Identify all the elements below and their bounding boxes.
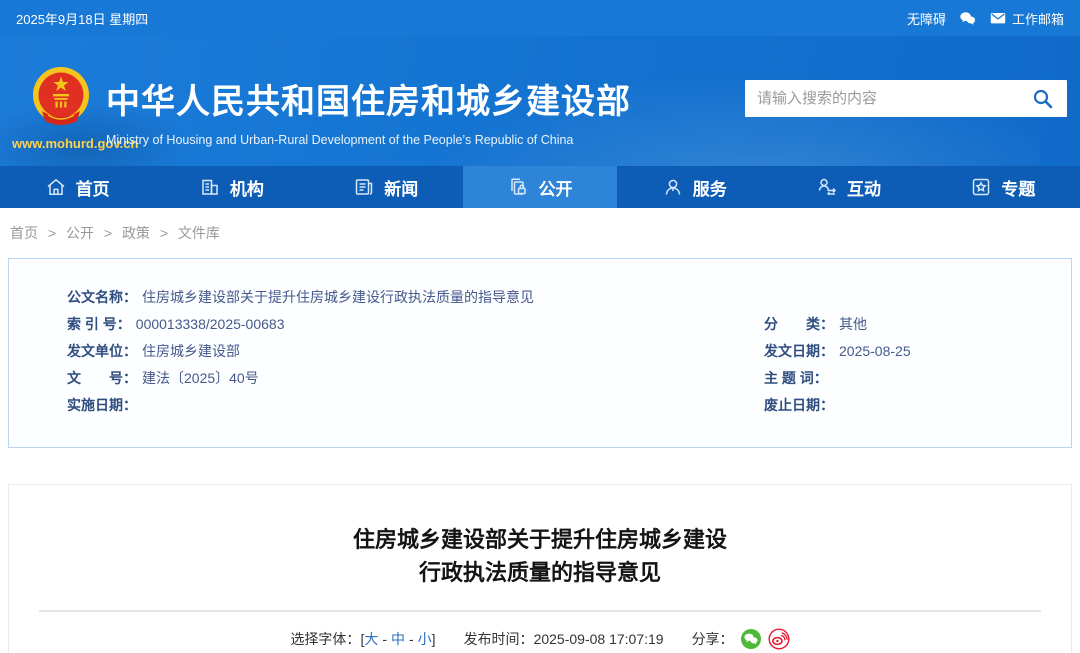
meta-label-effective-date: 实施日期： bbox=[67, 397, 137, 413]
nav-label: 首页 bbox=[75, 179, 110, 199]
meta-row-title: 公文名称： 住房城乡建设部关于提升住房城乡建设行政执法质量的指导意见 bbox=[67, 284, 1071, 311]
font-size-separator: - bbox=[382, 631, 387, 647]
star-box-icon bbox=[973, 178, 990, 196]
breadcrumb-home[interactable]: 首页 bbox=[10, 225, 38, 241]
meta-label-document-number: 文 号： bbox=[67, 370, 137, 386]
breadcrumb-document-library[interactable]: 文件库 bbox=[178, 225, 220, 241]
site-header: www.mohurd.gov.cn 中华人民共和国住房和城乡建设部 Minist… bbox=[0, 36, 1080, 166]
share-weibo-icon[interactable] bbox=[768, 628, 790, 650]
meta-value-document-title: 住房城乡建设部关于提升住房城乡建设行政执法质量的指导意见 bbox=[142, 289, 534, 305]
meta-value-document-number: 建法〔2025〕40号 bbox=[142, 370, 259, 386]
nav-label: 服务 bbox=[692, 179, 727, 199]
work-mailbox-link[interactable]: 工作邮箱 bbox=[989, 9, 1064, 28]
article-title-line2: 行政执法质量的指导意见 bbox=[418, 560, 661, 585]
meta-label-document-title: 公文名称： bbox=[67, 289, 137, 305]
meta-row-dates: 实施日期： 废止日期： bbox=[67, 392, 1071, 419]
meta-row-index: 索 引 号： 000013338/2025-00683 分 类： 其他 bbox=[67, 311, 1071, 338]
search-box bbox=[745, 80, 1067, 117]
breadcrumb-policy[interactable]: 政策 bbox=[122, 225, 150, 241]
nav-item-organization[interactable]: 机构 bbox=[154, 166, 308, 208]
envelope-icon bbox=[990, 13, 1006, 24]
font-select-label: 选择字体： bbox=[290, 631, 361, 647]
meta-row-doc-number: 文 号： 建法〔2025〕40号 主 题 词： bbox=[67, 365, 1071, 392]
site-title-chinese: 中华人民共和国住房和城乡建设部 bbox=[106, 83, 631, 121]
article-title-line1: 住房城乡建设部关于提升住房城乡建设 bbox=[352, 527, 727, 552]
nav-item-news[interactable]: 新闻 bbox=[309, 166, 463, 208]
nav-label: 专题 bbox=[1001, 179, 1036, 199]
meta-row-issuer: 发文单位： 住房城乡建设部 发文日期： 2025-08-25 bbox=[67, 338, 1071, 365]
top-utility-bar: 2025年9月18日 星期四 无障碍 工作邮箱 bbox=[0, 0, 1080, 36]
nav-item-home[interactable]: 首页 bbox=[0, 166, 154, 208]
search-icon[interactable] bbox=[1031, 87, 1055, 111]
share-wechat-icon[interactable] bbox=[740, 628, 762, 650]
article-panel: 住房城乡建设部关于提升住房城乡建设 行政执法质量的指导意见 选择字体：[大 - 中 -… bbox=[8, 484, 1072, 653]
building-icon bbox=[202, 179, 218, 195]
meta-value-issue-date: 2025-08-25 bbox=[839, 343, 911, 359]
meta-label-category: 分 类： bbox=[764, 316, 834, 332]
nav-label: 互动 bbox=[847, 179, 882, 199]
font-size-separator: - bbox=[409, 631, 414, 647]
breadcrumb-separator: > bbox=[47, 225, 57, 241]
meta-label-issuing-unit: 发文单位： bbox=[67, 343, 137, 359]
meta-label-issue-date: 发文日期： bbox=[764, 343, 834, 359]
news-icon bbox=[355, 179, 373, 195]
national-emblem-logo bbox=[33, 67, 89, 125]
bracket-close: ] bbox=[431, 631, 436, 647]
breadcrumb-disclosure[interactable]: 公开 bbox=[66, 225, 94, 241]
nav-item-topics[interactable]: 专题 bbox=[926, 166, 1080, 208]
accessibility-label: 无障碍 bbox=[906, 11, 946, 27]
mailbox-label: 工作邮箱 bbox=[1011, 11, 1064, 27]
publish-time-label: 发布时间： bbox=[463, 631, 534, 647]
nav-item-services[interactable]: 服务 bbox=[617, 166, 771, 208]
publish-time-value: 2025-09-08 17:07:19 bbox=[533, 631, 664, 647]
breadcrumb-separator: > bbox=[159, 225, 169, 241]
topbar-links: 无障碍 工作邮箱 bbox=[907, 9, 1064, 28]
share-label: 分享： bbox=[691, 631, 734, 647]
meta-label-subject-words: 主 题 词： bbox=[764, 370, 828, 386]
meta-value-index-number: 000013338/2025-00683 bbox=[135, 316, 285, 332]
meta-value-issuing-unit: 住房城乡建设部 bbox=[142, 343, 240, 359]
breadcrumb-separator: > bbox=[103, 225, 113, 241]
article-info-row: 选择字体：[大 - 中 - 小] 发布时间：2025-09-08 17:07:19 分享… bbox=[9, 628, 1071, 650]
nav-label: 新闻 bbox=[384, 179, 419, 199]
font-size-small-button[interactable]: 小 bbox=[418, 631, 432, 647]
nav-item-interaction[interactable]: 互动 bbox=[771, 166, 925, 208]
breadcrumb: 首页 > 公开 > 政策 > 文件库 bbox=[0, 208, 1080, 258]
home-icon bbox=[47, 178, 65, 195]
article-title: 住房城乡建设部关于提升住房城乡建设 行政执法质量的指导意见 bbox=[9, 523, 1071, 589]
accessibility-link[interactable]: 无障碍 bbox=[907, 9, 946, 28]
person-arrows-icon bbox=[818, 178, 837, 195]
person-icon bbox=[665, 179, 681, 195]
publish-time: 发布时间：2025-09-08 17:07:19 bbox=[464, 629, 664, 649]
main-nav: 首页 机构 新闻 公开 服务 互动 专题 bbox=[0, 166, 1080, 208]
font-size-medium-button[interactable]: 中 bbox=[391, 631, 405, 647]
font-size-large-button[interactable]: 大 bbox=[364, 631, 378, 647]
current-date: 2025年9月18日 星期四 bbox=[16, 11, 149, 27]
font-size-selector: 选择字体：[大 - 中 - 小] bbox=[290, 629, 435, 649]
wechat-icon[interactable] bbox=[958, 9, 977, 28]
meta-label-repeal-date: 废止日期： bbox=[764, 397, 834, 413]
nav-item-disclosure[interactable]: 公开 bbox=[462, 166, 618, 208]
nav-label: 机构 bbox=[229, 179, 264, 199]
document-lock-icon bbox=[511, 178, 527, 195]
search-input[interactable] bbox=[757, 90, 1031, 107]
title-divider bbox=[39, 610, 1041, 612]
share-icons bbox=[740, 628, 790, 650]
site-title-english: Ministry of Housing and Urban-Rural Deve… bbox=[106, 133, 574, 147]
header-titles: 中华人民共和国住房和城乡建设部 Ministry of Housing and … bbox=[106, 74, 631, 147]
meta-value-category: 其他 bbox=[839, 316, 867, 332]
meta-label-index-number: 索 引 号： bbox=[67, 316, 131, 332]
document-metadata-panel: 公文名称： 住房城乡建设部关于提升住房城乡建设行政执法质量的指导意见 索 引 号… bbox=[8, 258, 1072, 448]
nav-label: 公开 bbox=[538, 179, 573, 199]
